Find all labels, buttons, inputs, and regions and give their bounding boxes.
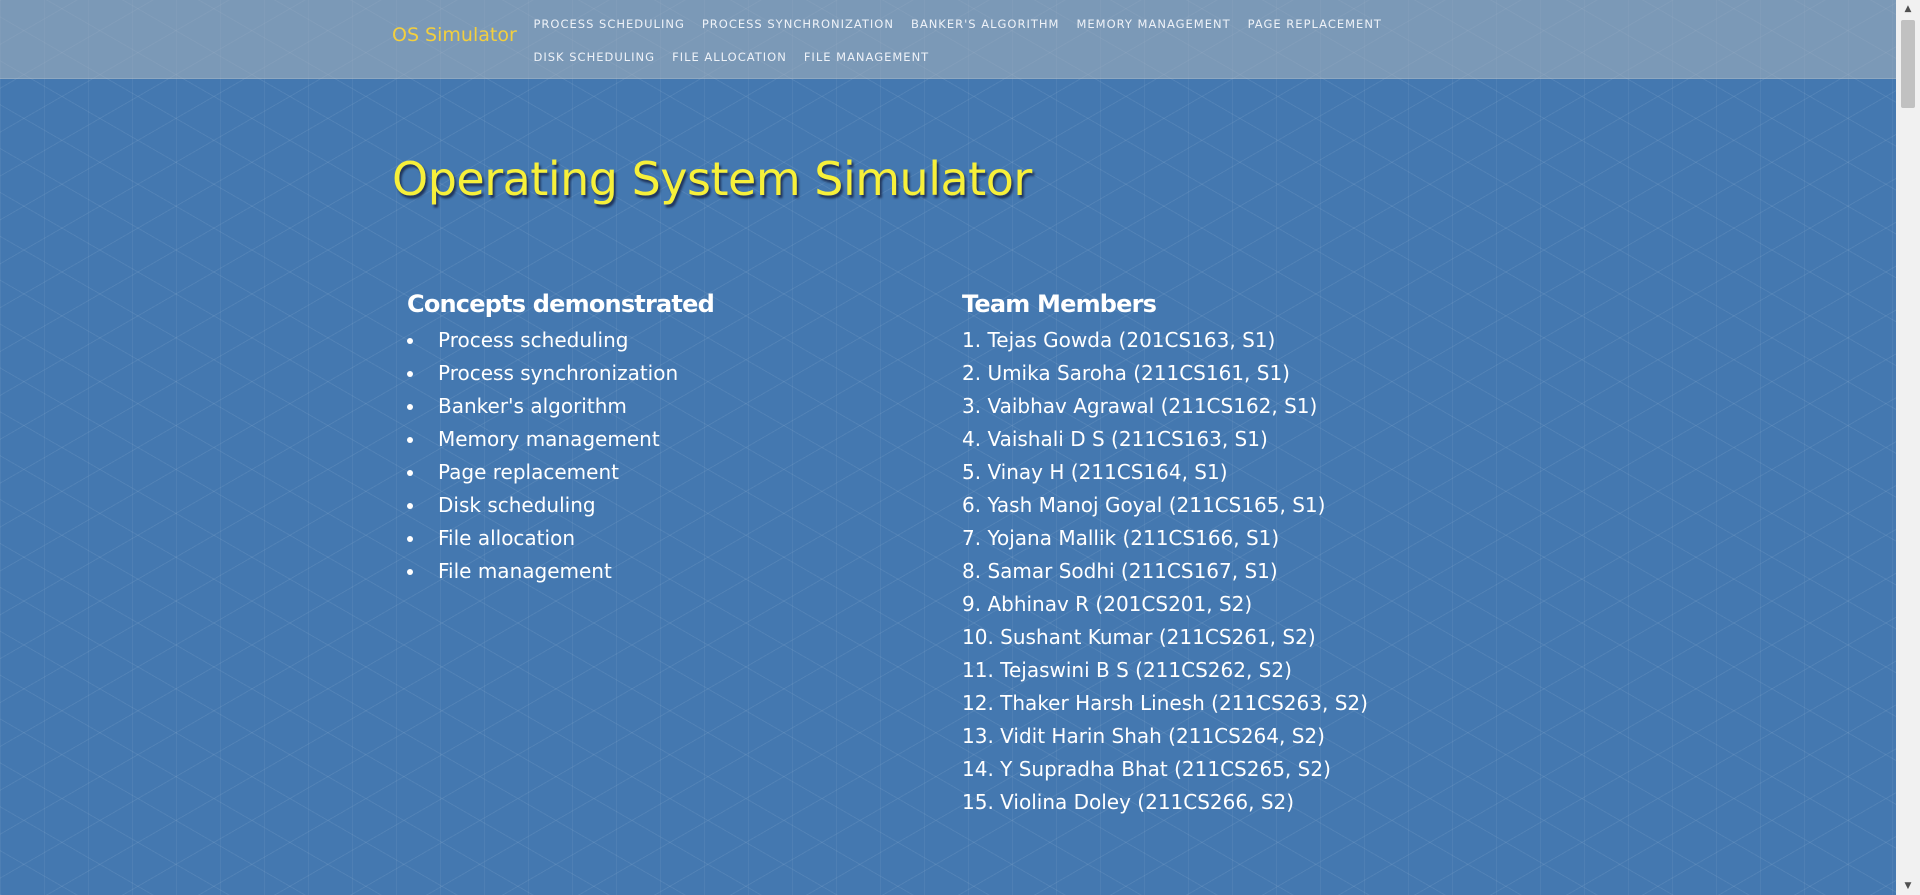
- bullet-icon: [407, 404, 413, 410]
- bullet-icon: [407, 503, 413, 509]
- team-member: 9. Abhinav R (201CS201, S2): [962, 592, 1253, 616]
- bullet-icon: [407, 470, 413, 476]
- concept-item: File management: [407, 555, 927, 588]
- concepts-section: Concepts demonstrated Process scheduling…: [407, 288, 927, 588]
- concept-item: Memory management: [407, 423, 927, 456]
- nav-link-bankers-algorithm[interactable]: BANKER'S ALGORITHM: [902, 8, 1068, 41]
- page: OS Simulator PROCESS SCHEDULING PROCESS …: [0, 0, 1896, 895]
- team-member: 3. Vaibhav Agrawal (211CS162, S1): [962, 394, 1318, 418]
- concept-label: Process synchronization: [438, 361, 679, 385]
- team-heading: Team Members: [962, 290, 1157, 318]
- vertical-scrollbar[interactable]: ▲ ▼: [1896, 0, 1920, 895]
- concept-label: File allocation: [438, 526, 575, 550]
- nav-link-file-allocation[interactable]: FILE ALLOCATION: [664, 41, 796, 74]
- concept-label: Disk scheduling: [438, 493, 596, 517]
- top-navbar: OS Simulator PROCESS SCHEDULING PROCESS …: [0, 0, 1896, 79]
- concept-item: Process scheduling: [407, 324, 927, 357]
- concept-label: Memory management: [438, 427, 660, 451]
- scroll-down-arrow-icon[interactable]: ▼: [1896, 877, 1920, 895]
- team-member: 14. Y Supradha Bhat (211CS265, S2): [962, 757, 1331, 781]
- team-member: 5. Vinay H (211CS164, S1): [962, 460, 1228, 484]
- nav-link-disk-scheduling[interactable]: DISK SCHEDULING: [525, 41, 664, 74]
- concept-item: File allocation: [407, 522, 927, 555]
- team-member: 8. Samar Sodhi (211CS167, S1): [962, 559, 1278, 583]
- nav-link-file-management[interactable]: FILE MANAGEMENT: [795, 41, 937, 74]
- concept-label: Banker's algorithm: [438, 394, 627, 418]
- team-section: Team Members 1. Tejas Gowda (201CS163, S…: [962, 288, 1562, 819]
- bullet-icon: [407, 371, 413, 377]
- team-member: 10. Sushant Kumar (211CS261, S2): [962, 625, 1316, 649]
- bullet-icon: [407, 536, 413, 542]
- team-member: 2. Umika Saroha (211CS161, S1): [962, 361, 1290, 385]
- concept-label: Process scheduling: [438, 328, 629, 352]
- brand-link[interactable]: OS Simulator: [392, 24, 517, 46]
- team-member: 7. Yojana Mallik (211CS166, S1): [962, 526, 1280, 550]
- scroll-up-arrow-icon[interactable]: ▲: [1896, 0, 1920, 18]
- concept-item: Banker's algorithm: [407, 390, 927, 423]
- bullet-icon: [407, 569, 413, 575]
- scrollbar-thumb[interactable]: [1901, 20, 1915, 108]
- team-member: 12. Thaker Harsh Linesh (211CS263, S2): [962, 691, 1368, 715]
- nav-link-memory-management[interactable]: MEMORY MANAGEMENT: [1068, 8, 1239, 41]
- team-member: 6. Yash Manoj Goyal (211CS165, S1): [962, 493, 1326, 517]
- concepts-heading: Concepts demonstrated: [407, 290, 715, 318]
- nav-link-page-replacement[interactable]: PAGE REPLACEMENT: [1239, 8, 1390, 41]
- concept-item: Page replacement: [407, 456, 927, 489]
- concept-item: Disk scheduling: [407, 489, 927, 522]
- team-member: 11. Tejaswini B S (211CS262, S2): [962, 658, 1292, 682]
- team-member: 13. Vidit Harin Shah (211CS264, S2): [962, 724, 1325, 748]
- team-member: 1. Tejas Gowda (201CS163, S1): [962, 328, 1276, 352]
- team-member: 4. Vaishali D S (211CS163, S1): [962, 427, 1268, 451]
- nav-link-process-synchronization[interactable]: PROCESS SYNCHRONIZATION: [693, 8, 902, 41]
- team-member: 15. Violina Doley (211CS266, S2): [962, 790, 1295, 814]
- concepts-list: Process scheduling Process synchronizati…: [407, 324, 927, 588]
- bullet-icon: [407, 338, 413, 344]
- nav-links: PROCESS SCHEDULING PROCESS SYNCHRONIZATI…: [525, 8, 1445, 74]
- concept-label: File management: [438, 559, 612, 583]
- page-title: Operating System Simulator: [392, 152, 1032, 206]
- bullet-icon: [407, 437, 413, 443]
- team-members-list: 1. Tejas Gowda (201CS163, S1) 2. Umika S…: [962, 324, 1562, 819]
- concept-label: Page replacement: [438, 460, 619, 484]
- concept-item: Process synchronization: [407, 357, 927, 390]
- nav-link-process-scheduling[interactable]: PROCESS SCHEDULING: [525, 8, 693, 41]
